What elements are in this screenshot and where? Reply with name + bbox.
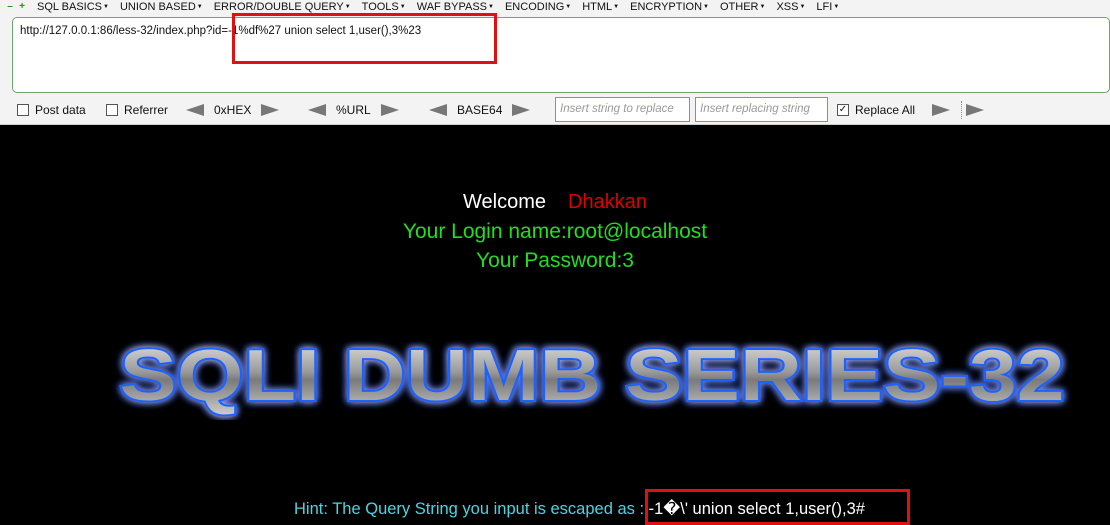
hex-label: 0xHEX	[214, 103, 252, 117]
password-line: Your Password:3	[476, 249, 634, 272]
base64-label: BASE64	[457, 103, 503, 117]
menu-sql-basics[interactable]: SQL BASICS▼	[37, 1, 109, 13]
base64-encoder: BASE64	[429, 97, 531, 123]
menu-union-based[interactable]: UNION BASED▼	[120, 1, 203, 13]
plus-icon[interactable]: +	[18, 2, 26, 12]
post-data-label: Post data	[35, 103, 86, 117]
menu-tools[interactable]: TOOLS▼	[362, 1, 406, 13]
toolbar-divider	[961, 101, 962, 119]
replace-all-label: Replace All	[855, 103, 916, 117]
login-name-line: Your Login name:root@localhost	[402, 220, 708, 243]
replace-next-button[interactable]	[966, 97, 984, 123]
menu-waf-bypass[interactable]: WAF BYPASS▼	[417, 1, 494, 13]
post-data-option[interactable]: Post data	[17, 97, 86, 123]
hex-decode-arrow-icon[interactable]	[186, 104, 204, 116]
replace-next-arrow-icon[interactable]	[966, 104, 984, 116]
base64-decode-arrow-icon[interactable]	[429, 104, 447, 116]
options-row: Post data Referrer 0xHEX %URL BASE64 Ins…	[0, 97, 1110, 123]
menu-xss[interactable]: XSS▼	[776, 1, 805, 13]
replace-all-checkbox[interactable]: ✓	[837, 104, 849, 116]
hackbar-toolbar: – + SQL BASICS▼ UNION BASED▼ ERROR/DOUBL…	[0, 0, 1110, 125]
menu-encryption[interactable]: ENCRYPTION▼	[630, 1, 709, 13]
menu-other[interactable]: OTHER▼	[720, 1, 765, 13]
replace-all-option[interactable]: ✓ Replace All	[837, 97, 915, 123]
replace-string-input[interactable]: Insert replacing string	[695, 97, 828, 122]
base64-encode-arrow-icon[interactable]	[512, 104, 531, 116]
hint-line: Hint: The Query String you input is esca…	[294, 499, 865, 519]
page-content: Welcome Dhakkan Your Login name:root@loca…	[0, 125, 1110, 525]
url-encoder: %URL	[308, 97, 399, 123]
url-encode-arrow-icon[interactable]	[380, 104, 399, 116]
hint-prefix: Hint: The Query String you input is esca…	[294, 500, 649, 518]
series-banner: SQLI DUMB SERIES-32	[118, 334, 1067, 418]
url-value[interactable]: http://127.0.0.1:86/less-32/index.php?id…	[20, 25, 421, 37]
user-name: Dhakkan	[568, 191, 647, 213]
hex-encoder: 0xHEX	[186, 97, 280, 123]
menu-error-double-query[interactable]: ERROR/DOUBLE QUERY▼	[214, 1, 351, 13]
hint-query: -1�\' union select 1,user(),3#	[648, 500, 865, 518]
welcome-text: Welcome	[463, 191, 547, 213]
find-string-input[interactable]: Insert string to replace	[555, 97, 690, 122]
url-textarea[interactable]: http://127.0.0.1:86/less-32/index.php?id…	[12, 17, 1110, 93]
replace-run-button[interactable]	[932, 97, 950, 123]
welcome-line: Welcome Dhakkan	[0, 191, 1110, 214]
hex-encode-arrow-icon[interactable]	[261, 104, 280, 116]
referrer-checkbox[interactable]	[106, 104, 118, 116]
url-decode-arrow-icon[interactable]	[308, 104, 326, 116]
menu-lfi[interactable]: LFI▼	[816, 1, 839, 13]
menu-html[interactable]: HTML▼	[582, 1, 619, 13]
hackbar-menubar: – + SQL BASICS▼ UNION BASED▼ ERROR/DOUBL…	[0, 0, 1110, 14]
post-data-checkbox[interactable]	[17, 104, 29, 116]
replace-run-arrow-icon[interactable]	[932, 104, 950, 116]
minus-icon[interactable]: –	[6, 2, 14, 12]
referrer-option[interactable]: Referrer	[106, 97, 168, 123]
url-label: %URL	[336, 103, 371, 117]
referrer-label: Referrer	[124, 103, 169, 117]
banner-text: SQLI DUMB SERIES-32	[120, 336, 1065, 416]
menu-encoding[interactable]: ENCODING▼	[505, 1, 571, 13]
